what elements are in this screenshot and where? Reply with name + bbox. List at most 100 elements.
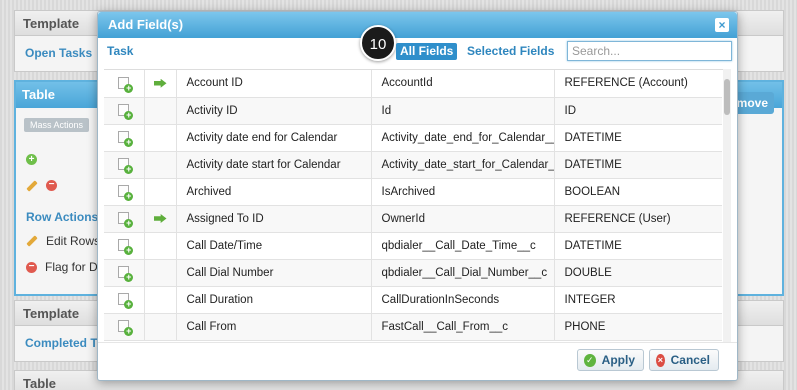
field-type: BOOLEAN (554, 178, 722, 206)
field-api-name: Activity_date_start_for_Calendar__c (371, 151, 555, 179)
cancel-label: Cancel (670, 353, 710, 367)
add-row-control[interactable]: + (26, 154, 37, 165)
tab-all-fields[interactable]: All Fields (396, 43, 458, 60)
flag-action[interactable]: − Flag for D (26, 260, 98, 274)
field-type: REFERENCE (Account) (554, 70, 722, 98)
add-cell (104, 205, 145, 233)
open-tasks-link[interactable]: Open Tasks (25, 46, 92, 60)
reference-arrow-icon[interactable] (153, 78, 167, 88)
reference-cell (144, 97, 177, 125)
field-api-name: Id (371, 97, 555, 125)
add-cell (104, 70, 145, 98)
field-api-name: IsArchived (371, 178, 555, 206)
add-cell (104, 97, 145, 125)
field-label: Call Date/Time (176, 232, 372, 260)
cancel-button[interactable]: × Cancel (649, 349, 719, 371)
minus-icon[interactable]: − (46, 180, 57, 191)
reference-cell (144, 151, 177, 179)
add-field-icon[interactable] (118, 266, 134, 283)
flag-label: Flag for D (45, 260, 98, 274)
close-icon[interactable]: × (715, 18, 729, 32)
field-row[interactable]: Assigned To IDOwnerIdREFERENCE (User) (104, 205, 722, 233)
add-field-icon[interactable] (118, 104, 134, 121)
field-api-name: CallDurationInSeconds (371, 286, 555, 314)
field-api-name: qbdialer__Call_Dial_Number__c (371, 259, 555, 287)
field-type: INTEGER (554, 286, 722, 314)
field-row[interactable]: Activity date start for CalendarActivity… (104, 151, 722, 179)
field-row[interactable]: Activity date end for CalendarActivity_d… (104, 124, 722, 152)
pencil-icon[interactable] (26, 179, 38, 192)
add-field-icon[interactable] (118, 212, 134, 229)
field-label: Activity date start for Calendar (176, 151, 372, 179)
search-input[interactable] (567, 41, 732, 61)
add-cell (104, 232, 145, 260)
reference-cell (144, 313, 177, 341)
step-badge: 10 (360, 25, 396, 61)
object-label: Task (107, 44, 134, 58)
field-type: DATETIME (554, 151, 722, 179)
row-actions-heading: Row Actions (26, 210, 99, 224)
field-type: ID (554, 97, 722, 125)
field-type: REFERENCE (User) (554, 205, 722, 233)
scrollbar-thumb[interactable] (724, 79, 730, 115)
add-field-icon[interactable] (118, 239, 134, 256)
add-field-icon[interactable] (118, 185, 134, 202)
plus-icon[interactable]: + (26, 154, 37, 165)
add-field-icon[interactable] (118, 158, 134, 175)
field-row[interactable]: Call DurationCallDurationInSecondsINTEGE… (104, 286, 722, 314)
apply-button[interactable]: ✓ Apply (577, 349, 644, 371)
field-type: PHONE (554, 313, 722, 341)
add-cell (104, 178, 145, 206)
field-type: DATETIME (554, 232, 722, 260)
tab-selected-fields[interactable]: Selected Fields (467, 44, 554, 58)
completed-tasks-link[interactable]: Completed Ta (25, 336, 103, 350)
field-label: Activity date end for Calendar (176, 124, 372, 152)
add-cell (104, 313, 145, 341)
add-field-icon[interactable] (118, 293, 134, 310)
reference-cell (144, 205, 177, 233)
field-api-name: OwnerId (371, 205, 555, 233)
add-fields-dialog: Add Field(s) × Task 10 All Fields Select… (97, 11, 738, 381)
field-api-name: Activity_date_end_for_Calendar__c (371, 124, 555, 152)
reference-cell (144, 178, 177, 206)
field-label: Call Dial Number (176, 259, 372, 287)
field-list: Account IDAccountIdREFERENCE (Account)Ac… (104, 69, 730, 342)
reference-arrow-icon[interactable] (153, 213, 167, 223)
add-cell (104, 259, 145, 287)
field-label: Call Duration (176, 286, 372, 314)
reference-cell (144, 259, 177, 287)
field-api-name: qbdialer__Call_Date_Time__c (371, 232, 555, 260)
field-row[interactable]: Account IDAccountIdREFERENCE (Account) (104, 70, 722, 98)
add-field-icon[interactable] (118, 77, 134, 94)
add-cell (104, 286, 145, 314)
dialog-footer: ✓ Apply × Cancel (98, 342, 737, 382)
field-label: Call From (176, 313, 372, 341)
field-row[interactable]: Call Date/Timeqbdialer__Call_Date_Time__… (104, 232, 722, 260)
field-label: Archived (176, 178, 372, 206)
mass-actions-button[interactable]: Mass Actions (24, 118, 90, 132)
add-field-icon[interactable] (118, 320, 134, 337)
field-row[interactable]: ArchivedIsArchivedBOOLEAN (104, 178, 722, 206)
field-type: DOUBLE (554, 259, 722, 287)
reference-cell (144, 286, 177, 314)
field-api-name: FastCall__Call_From__c (371, 313, 555, 341)
field-label: Assigned To ID (176, 205, 372, 233)
field-row[interactable]: Activity IDIdID (104, 97, 722, 125)
field-row[interactable]: Call Dial Numberqbdialer__Call_Dial_Numb… (104, 259, 722, 287)
edit-delete-controls: − (26, 179, 57, 192)
minus-icon: − (26, 261, 37, 273)
field-table: Account IDAccountIdREFERENCE (Account)Ac… (104, 70, 722, 341)
dialog-title: Add Field(s) (98, 12, 737, 38)
reference-cell (144, 232, 177, 260)
field-label: Account ID (176, 70, 372, 98)
add-field-icon[interactable] (118, 131, 134, 148)
edit-rows-action[interactable]: Edit Rows (26, 234, 100, 248)
reference-cell (144, 70, 177, 98)
close-circle-icon: × (656, 353, 665, 367)
field-api-name: AccountId (371, 70, 555, 98)
scrollbar[interactable] (723, 69, 731, 342)
field-label: Activity ID (176, 97, 372, 125)
apply-label: Apply (601, 353, 635, 367)
field-row[interactable]: Call FromFastCall__Call_From__cPHONE (104, 313, 722, 341)
dialog-toolbar: Task 10 All Fields Selected Fields (98, 25, 737, 68)
